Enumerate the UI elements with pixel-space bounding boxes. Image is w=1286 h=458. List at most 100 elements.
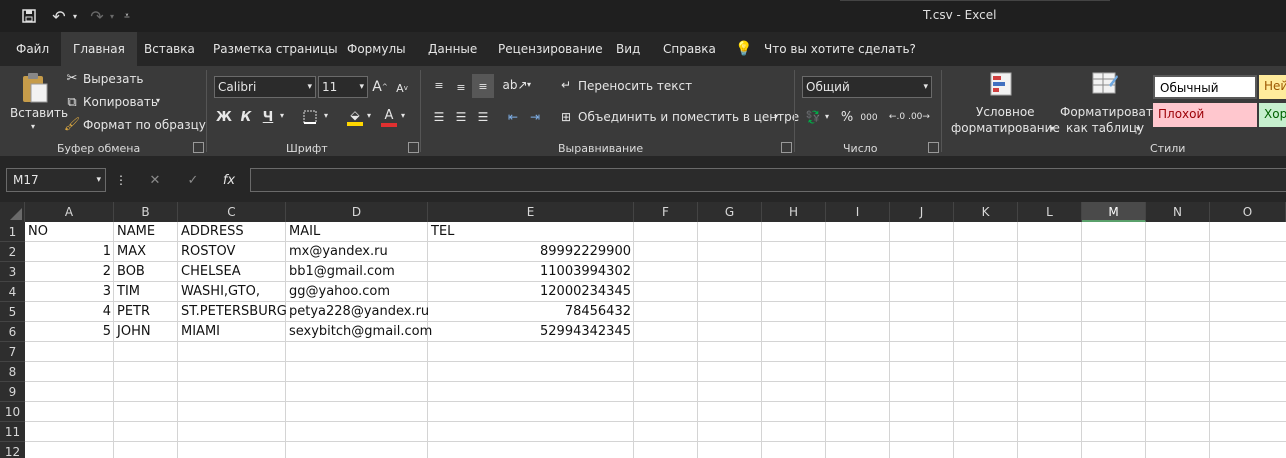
cell-a1[interactable]: NO: [25, 222, 114, 242]
cell-a2[interactable]: 1: [25, 242, 114, 262]
column-header-l[interactable]: L: [1018, 202, 1082, 222]
font-name-select[interactable]: Calibri ▾: [214, 76, 316, 98]
cell-a3[interactable]: 2: [25, 262, 114, 282]
cell-b1[interactable]: NAME: [114, 222, 178, 242]
align-right-icon[interactable]: ☰: [474, 108, 492, 126]
orientation-icon[interactable]: ab↗: [502, 76, 527, 94]
borders-dropdown-icon[interactable]: ▾: [324, 111, 328, 120]
conditional-formatting-icon[interactable]: [988, 70, 1016, 100]
merge-center-button[interactable]: Объединить и поместить в центре: [578, 110, 799, 124]
fill-color-dropdown-icon[interactable]: ▾: [367, 111, 371, 120]
shrink-font-icon[interactable]: Av: [394, 80, 410, 96]
cell-e5[interactable]: 78456432: [428, 302, 634, 322]
conditional-dropdown-icon[interactable]: ▾: [1050, 124, 1054, 133]
currency-icon[interactable]: 💱: [804, 108, 822, 126]
alignment-launcher-icon[interactable]: [781, 142, 792, 153]
italic-button[interactable]: К: [238, 108, 254, 126]
column-header-h[interactable]: H: [762, 202, 826, 222]
row-header[interactable]: 5: [0, 302, 25, 322]
column-header-f[interactable]: F: [634, 202, 698, 222]
grow-font-icon[interactable]: A ^: [372, 78, 388, 96]
column-header-j[interactable]: J: [890, 202, 954, 222]
row-header[interactable]: 9: [0, 382, 25, 402]
column-header-m[interactable]: M: [1082, 202, 1146, 222]
cell-b4[interactable]: TIM: [114, 282, 178, 302]
cell-c3[interactable]: CHELSEA: [178, 262, 286, 282]
spreadsheet-grid[interactable]: ABCDEFGHIJKLMNO 1 2 3 4 5 6 7 8 9 10 11 12 NO NAME AD…: [0, 202, 1286, 458]
column-header-o[interactable]: O: [1210, 202, 1286, 222]
format-as-table-line2[interactable]: как таблицу: [1066, 121, 1144, 135]
format-as-table-line1[interactable]: Форматировать: [1060, 105, 1160, 119]
paste-icon[interactable]: [20, 72, 50, 104]
cell-c4[interactable]: WASHI,GTO,: [178, 282, 286, 302]
cell-d1[interactable]: MAIL: [286, 222, 428, 242]
tab-formulas[interactable]: Формулы: [335, 32, 418, 66]
select-all-corner[interactable]: [0, 202, 25, 222]
row-header[interactable]: 3: [0, 262, 25, 282]
row-header[interactable]: 12: [0, 442, 25, 458]
conditional-formatting-line1[interactable]: Условное: [976, 105, 1035, 119]
paste-button[interactable]: Вставить: [10, 106, 68, 120]
save-icon[interactable]: [18, 6, 40, 26]
tab-help[interactable]: Справка: [651, 32, 728, 66]
borders-icon[interactable]: [302, 108, 318, 126]
underline-dropdown-icon[interactable]: ▾: [280, 111, 284, 120]
row-header[interactable]: 8: [0, 362, 25, 382]
align-center-icon[interactable]: ☰: [452, 108, 470, 126]
wrap-text-icon[interactable]: ↵: [558, 76, 574, 94]
copy-icon[interactable]: ⧉: [64, 94, 80, 110]
cell-e6[interactable]: 52994342345: [428, 322, 634, 342]
align-top-icon[interactable]: ≡: [430, 76, 448, 94]
paste-dropdown-icon[interactable]: ▾: [31, 122, 35, 131]
tab-home[interactable]: Главная: [61, 32, 137, 66]
thousands-button[interactable]: 000: [860, 110, 878, 126]
row-header[interactable]: 2: [0, 242, 25, 262]
cell-d3[interactable]: bb1@gmail.com: [286, 262, 428, 282]
column-header-b[interactable]: B: [114, 202, 178, 222]
merge-dropdown-icon[interactable]: ▾: [774, 112, 778, 121]
cell-a5[interactable]: 4: [25, 302, 114, 322]
increase-decimal-icon[interactable]: ←.0: [888, 108, 906, 126]
column-header-e[interactable]: E: [428, 202, 634, 222]
cell-b2[interactable]: MAX: [114, 242, 178, 262]
cell-e3[interactable]: 11003994302: [428, 262, 634, 282]
cell-d6[interactable]: sexybitch@gmail.com: [286, 322, 432, 342]
number-launcher-icon[interactable]: [928, 142, 939, 153]
column-header-d[interactable]: D: [286, 202, 428, 222]
redo-dropdown-icon[interactable]: ▾: [107, 6, 117, 26]
copy-dropdown-icon[interactable]: ▾: [156, 96, 160, 105]
undo-icon[interactable]: ↶: [48, 6, 70, 26]
column-header-g[interactable]: G: [698, 202, 762, 222]
column-header-n[interactable]: N: [1146, 202, 1210, 222]
cut-button[interactable]: Вырезать: [83, 72, 144, 86]
redo-icon[interactable]: ↷: [86, 6, 108, 26]
row-header[interactable]: 6: [0, 322, 25, 342]
cell-c5[interactable]: ST.PETERSBURG: [178, 302, 287, 322]
cell-b3[interactable]: BOB: [114, 262, 178, 282]
row-header[interactable]: 4: [0, 282, 25, 302]
tab-insert[interactable]: Вставка: [132, 32, 207, 66]
cell-d2[interactable]: mx@yandex.ru: [286, 242, 428, 262]
column-header-i[interactable]: I: [826, 202, 890, 222]
scissors-icon[interactable]: ✂: [64, 70, 80, 86]
column-header-a[interactable]: A: [25, 202, 114, 222]
format-painter-icon[interactable]: 🖌: [64, 116, 81, 132]
tab-file[interactable]: Файл: [4, 32, 61, 66]
clipboard-launcher-icon[interactable]: [193, 142, 204, 153]
column-header-c[interactable]: C: [178, 202, 286, 222]
formula-input[interactable]: [250, 168, 1286, 192]
cell-c1[interactable]: ADDRESS: [178, 222, 286, 242]
cell-e4[interactable]: 12000234345: [428, 282, 634, 302]
orientation-dropdown-icon[interactable]: ▾: [527, 80, 531, 89]
format-table-dropdown-icon[interactable]: ▾: [1136, 124, 1140, 133]
currency-dropdown-icon[interactable]: ▾: [825, 112, 829, 121]
tell-me-search[interactable]: Что вы хотите сделать?: [752, 32, 928, 66]
cell-a6[interactable]: 5: [25, 322, 114, 342]
style-good[interactable]: Хор: [1259, 103, 1286, 127]
percent-button[interactable]: %: [838, 108, 856, 126]
font-color-icon[interactable]: A: [380, 106, 398, 128]
font-color-dropdown-icon[interactable]: ▾: [401, 111, 405, 120]
number-format-select[interactable]: Общий ▾: [802, 76, 932, 98]
enter-icon[interactable]: ✓: [180, 170, 206, 190]
row-header[interactable]: 1: [0, 222, 25, 242]
